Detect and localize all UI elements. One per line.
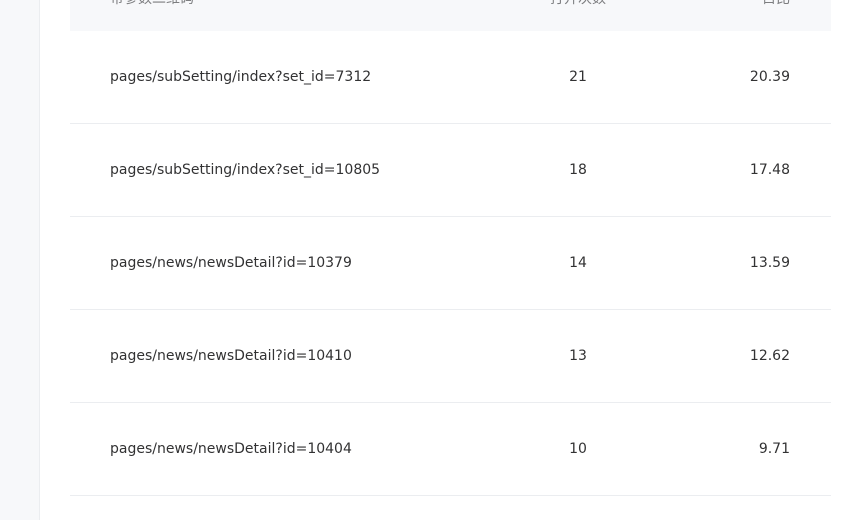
row-ratio: 12.62: [749, 348, 790, 364]
table-row: pages/news/newsDetail?id=10404 10 9.71: [70, 403, 831, 496]
row-ratio: 13.59: [749, 255, 790, 271]
row-ratio: 9.71: [758, 441, 790, 457]
row-path: pages/subSetting/index?set_id=7312: [110, 69, 372, 85]
row-count-value: 14: [569, 255, 587, 271]
table-row: pages/news/newsDetail?id=10379 14 13.59: [70, 217, 831, 310]
row-path: pages/news/newsDetail?id=10379: [110, 255, 352, 271]
table-row: pages/subSetting/index?set_id=7312 21 20…: [70, 31, 831, 124]
row-ratio: 17.48: [749, 162, 790, 178]
qr-stats-table: 带参数二维码 打开次数 占比 pages/subSetting/index?se…: [70, 0, 831, 496]
row-path: pages/news/newsDetail?id=10410: [110, 348, 352, 364]
row-count-value: 13: [569, 348, 587, 364]
header-qr-code[interactable]: 带参数二维码: [110, 0, 194, 9]
row-count-value: 21: [569, 69, 587, 85]
row-count-value: 10: [569, 441, 587, 457]
header-ratio[interactable]: 占比: [762, 0, 790, 9]
left-sidebar: [0, 0, 40, 520]
table-row: pages/news/newsDetail?id=10410 13 12.62: [70, 310, 831, 403]
row-count-value: 18: [569, 162, 587, 178]
row-path: pages/subSetting/index?set_id=10805: [110, 162, 381, 178]
table-header: 带参数二维码 打开次数 占比: [70, 0, 831, 31]
table-row: pages/subSetting/index?set_id=10805 18 1…: [70, 124, 831, 217]
app-window: 带参数二维码 打开次数 占比 pages/subSetting/index?se…: [0, 0, 855, 520]
header-open-count-label: 打开次数: [550, 0, 606, 9]
row-ratio: 20.39: [749, 69, 790, 85]
row-path: pages/news/newsDetail?id=10404: [110, 441, 352, 457]
